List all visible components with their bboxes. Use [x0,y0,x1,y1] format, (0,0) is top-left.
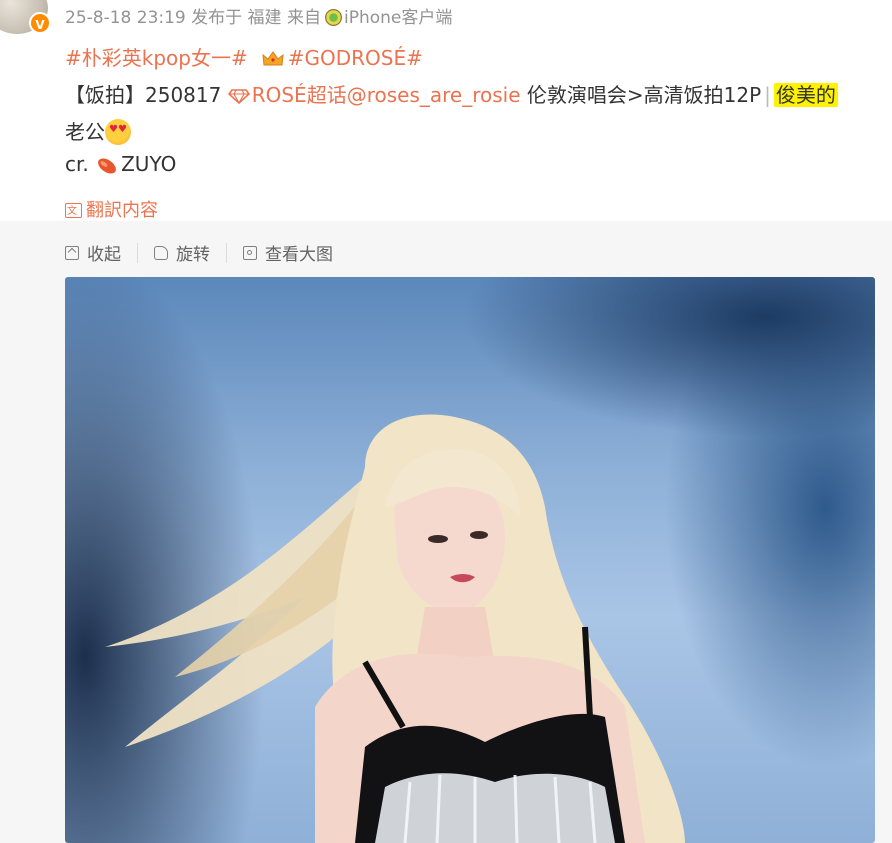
toolbar-divider [137,242,138,263]
post-text-line-1: 【饭拍】250817 ROSÉ超话@roses_are_rosie 伦敦演唱会>… [65,79,838,108]
post-text-line3: 老公 [65,120,105,144]
post-text-line-2: 老公 [65,116,131,145]
rotate-button[interactable]: 旋转 [154,240,210,265]
view-large-label: 查看大图 [265,245,333,265]
post-time[interactable]: 25-8-18 23:19 [65,8,186,28]
toolbar-divider [226,242,227,263]
post-client: iPhone客户端 [343,8,453,28]
post-meta: 25-8-18 23:19 发布于 福建 来自 iPhone客户端 [65,3,452,28]
collapse-icon [65,245,79,260]
highlighted-text: 俊美的 [773,83,838,107]
post-credit-line: cr. ZUYO [65,152,176,176]
sweet-potato-icon [98,158,116,174]
collapse-button[interactable]: 收起 [65,240,121,265]
post-location: 发布于 福建 [191,8,282,28]
view-large-icon [243,245,257,260]
text-separator: | [764,83,771,107]
crown-icon [262,51,284,66]
kiwi-icon [324,9,342,26]
supertopic-link[interactable]: ROSÉ超话 [252,83,347,107]
topic-link-2[interactable]: #GODROSÉ# [288,46,423,70]
post-text-prefix: 【饭拍】250817 [65,83,222,107]
photo-illustration [105,414,685,843]
post-photo[interactable] [65,277,875,843]
diamond-icon [227,89,250,104]
rotate-icon [154,245,168,260]
translate-icon [65,202,82,218]
post-from-label: 来自 [286,8,321,28]
verified-badge-icon: V [29,12,51,34]
rotate-label: 旋转 [176,245,210,265]
view-large-button[interactable]: 查看大图 [243,240,333,265]
topic-link-1[interactable]: #朴彩英kpop女一# [65,46,248,70]
credit-prefix: cr. [65,152,89,176]
post-text-middle: 伦敦演唱会>高清饭拍12P [520,83,762,107]
topics-line: #朴彩英kpop女一# #GODROSÉ# [65,42,423,71]
translate-button[interactable]: 翻訳内容 [65,196,158,222]
collapse-label: 收起 [87,245,121,265]
heart-eyes-emoji-icon [105,119,131,145]
mention-link[interactable]: @roses_are_rosie [347,83,521,107]
translate-label: 翻訳内容 [86,200,158,221]
credit-name: ZUYO [121,152,177,176]
media-toolbar: 收起 旋转 查看大图 [65,240,333,265]
